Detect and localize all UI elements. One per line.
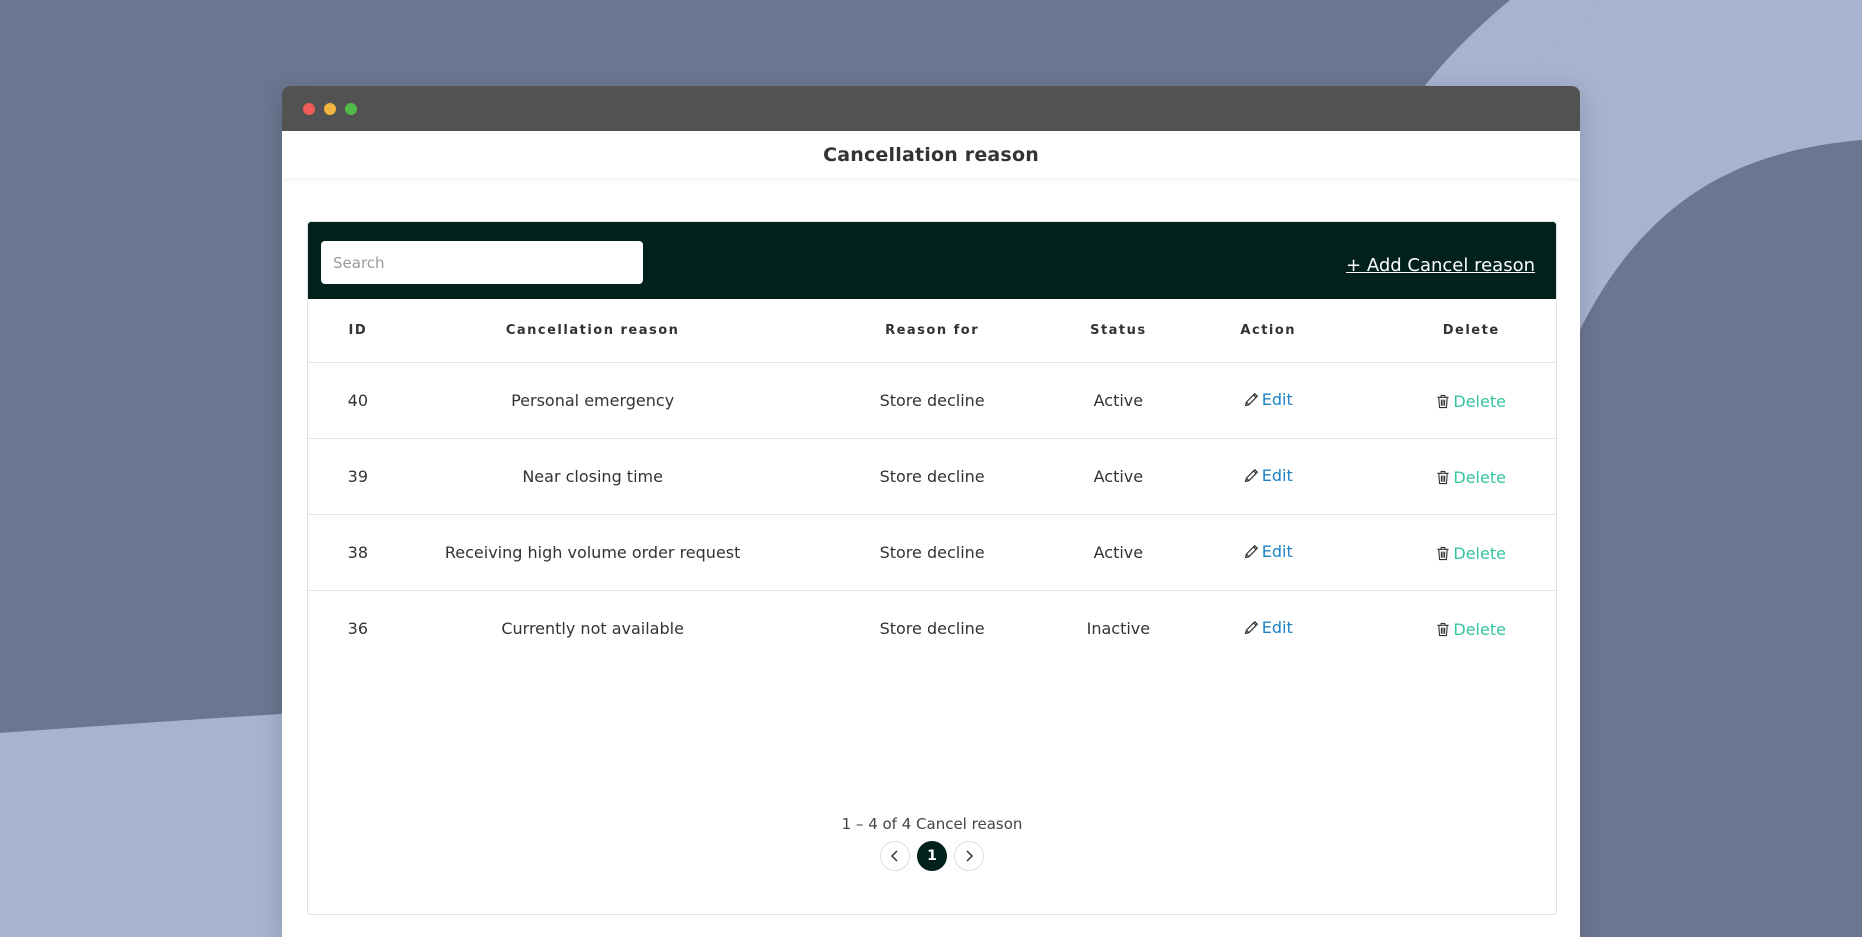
- maximize-window-button[interactable]: [345, 102, 357, 115]
- cell-action: Edit: [1150, 590, 1386, 666]
- page-title: Cancellation reason: [823, 143, 1039, 166]
- edit-button[interactable]: Edit: [1244, 466, 1293, 485]
- edit-button[interactable]: Edit: [1244, 390, 1293, 409]
- cancel-reasons-card: + Add Cancel reason ID Cancellation reas…: [307, 221, 1557, 915]
- cell-delete: Delete: [1386, 514, 1556, 591]
- table-row: 36 Currently not available Store decline…: [308, 590, 1556, 666]
- chevron-left-icon: [890, 850, 900, 862]
- cell-status: Inactive: [1086, 618, 1151, 638]
- cell-reason-for: Store decline: [777, 438, 1087, 515]
- edit-label: Edit: [1261, 389, 1293, 409]
- column-header-action: Action: [1150, 299, 1387, 363]
- app-header: Cancellation reason: [282, 131, 1580, 178]
- cell-delete: Delete: [1386, 438, 1556, 515]
- column-header-status[interactable]: Status: [1086, 299, 1151, 363]
- close-window-button[interactable]: [303, 102, 315, 115]
- pencil-icon: [1244, 392, 1259, 407]
- cell-status: Active: [1086, 438, 1151, 515]
- trash-icon: [1436, 394, 1450, 409]
- cell-id: 36: [347, 618, 369, 638]
- cell-reason: Currently not available: [501, 618, 684, 638]
- cell-status: Active: [1086, 362, 1151, 439]
- edit-label: Edit: [1261, 617, 1293, 637]
- search-input[interactable]: [321, 241, 643, 284]
- delete-button[interactable]: Delete: [1436, 544, 1506, 563]
- table-row: 38 Receiving high volume order request S…: [308, 514, 1556, 591]
- column-header-reason[interactable]: Cancellation reason: [407, 299, 778, 363]
- edit-button[interactable]: Edit: [1244, 618, 1293, 637]
- cell-delete: Delete: [1386, 362, 1556, 439]
- cell-status: Active: [1086, 514, 1151, 591]
- cell-reason-for: Store decline: [777, 362, 1087, 439]
- column-header-id[interactable]: ID: [308, 299, 408, 363]
- cell-id: 39: [308, 438, 408, 515]
- column-header-delete: Delete: [1386, 299, 1556, 363]
- trash-icon: [1436, 622, 1450, 637]
- cell-action: Edit: [1150, 514, 1387, 591]
- next-page-button[interactable]: [954, 841, 984, 871]
- cell-action: Edit: [1150, 362, 1387, 439]
- cell-reason-for: Store decline: [879, 618, 985, 638]
- window-titlebar: [282, 86, 1580, 131]
- trash-icon: [1436, 470, 1450, 485]
- cell-id: 40: [308, 362, 408, 439]
- cell-reason: Personal emergency: [407, 362, 778, 439]
- add-cancel-reason-link[interactable]: + Add Cancel reason: [1346, 255, 1535, 276]
- cell-id: 38: [308, 514, 408, 591]
- browser-window: Cancellation reason + Add Cancel reason …: [282, 86, 1580, 937]
- cell-reason: Near closing time: [407, 438, 778, 515]
- delete-button[interactable]: Delete: [1436, 620, 1506, 639]
- pencil-icon: [1244, 544, 1259, 559]
- minimize-window-button[interactable]: [324, 102, 336, 115]
- previous-page-button[interactable]: [880, 841, 910, 871]
- cell-action: Edit: [1150, 438, 1387, 515]
- edit-button[interactable]: Edit: [1244, 542, 1293, 561]
- edit-label: Edit: [1261, 541, 1293, 561]
- delete-label: Delete: [1453, 619, 1506, 639]
- delete-button[interactable]: Delete: [1436, 392, 1506, 411]
- cancel-reasons-table: ID Cancellation reason Reason for Status…: [308, 299, 1556, 666]
- column-header-reason-for[interactable]: Reason for: [777, 299, 1087, 363]
- delete-label: Delete: [1453, 543, 1506, 563]
- cell-delete: Delete: [1386, 590, 1556, 666]
- table-row: 39 Near closing time Store decline Activ…: [308, 438, 1556, 515]
- delete-button[interactable]: Delete: [1436, 468, 1506, 487]
- cell-reason-for: Store decline: [777, 514, 1087, 591]
- pencil-icon: [1244, 468, 1259, 483]
- pagination: 1: [308, 841, 1556, 871]
- table-header-row: ID Cancellation reason Reason for Status…: [308, 299, 1556, 363]
- table-toolbar: + Add Cancel reason: [308, 222, 1556, 299]
- delete-label: Delete: [1453, 467, 1506, 487]
- delete-label: Delete: [1453, 391, 1506, 411]
- page-button-current[interactable]: 1: [917, 841, 947, 871]
- pagination-summary: 1 – 4 of 4 Cancel reason: [841, 815, 1023, 833]
- pencil-icon: [1244, 620, 1259, 635]
- cell-reason: Receiving high volume order request: [407, 514, 778, 591]
- table-row: 40 Personal emergency Store decline Acti…: [308, 362, 1556, 439]
- trash-icon: [1436, 546, 1450, 561]
- edit-label: Edit: [1261, 465, 1293, 485]
- chevron-right-icon: [964, 850, 974, 862]
